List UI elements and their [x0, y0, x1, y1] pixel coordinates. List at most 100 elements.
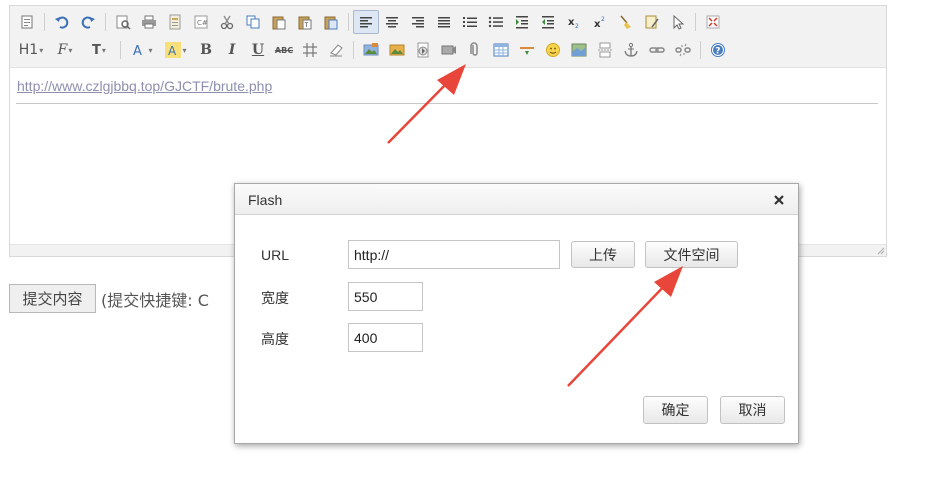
- multi-image-button[interactable]: [384, 38, 410, 62]
- close-icon[interactable]: [772, 193, 786, 207]
- italic-button[interactable]: I: [219, 38, 245, 62]
- page-break-icon: [598, 42, 612, 58]
- flash-button[interactable]: [410, 38, 436, 62]
- link-icon: [649, 47, 665, 53]
- chevron-down-icon: ▾: [101, 45, 106, 55]
- align-left-icon: [360, 17, 372, 28]
- redo-button[interactable]: [75, 10, 101, 34]
- unordered-list-icon: [488, 16, 503, 28]
- upload-button[interactable]: 上传: [571, 241, 635, 268]
- height-input[interactable]: [348, 323, 423, 352]
- baidu-map-button[interactable]: [566, 38, 592, 62]
- select-all-button[interactable]: [639, 10, 665, 34]
- url-input[interactable]: [348, 240, 560, 269]
- ok-button[interactable]: 确定: [643, 396, 708, 424]
- horizontal-rule-button[interactable]: [514, 38, 540, 62]
- edit-note-icon: [645, 15, 659, 29]
- height-label: 高度: [261, 331, 289, 347]
- align-justify-button[interactable]: [431, 10, 457, 34]
- flash-dialog: Flash URL 上传 文件空间 宽度 高度 确定 取消: [234, 183, 799, 444]
- cursor-button[interactable]: [665, 10, 691, 34]
- svg-text:x: x: [568, 17, 575, 28]
- paste-text-button[interactable]: T: [292, 10, 318, 34]
- toolbar-separator: [44, 13, 45, 31]
- content-link[interactable]: http://www.czlgjbbq.top/GJCTF/brute.php: [17, 78, 272, 94]
- resize-handle-icon[interactable]: [877, 247, 885, 255]
- ordered-list-button[interactable]: [457, 10, 483, 34]
- align-right-icon: [412, 17, 424, 28]
- subscript-button[interactable]: x2: [561, 10, 587, 34]
- cancel-button[interactable]: 取消: [720, 396, 785, 424]
- italic-icon: I: [228, 42, 236, 58]
- undo-icon: [55, 16, 69, 29]
- attachment-button[interactable]: [462, 38, 488, 62]
- cursor-icon: [673, 14, 685, 30]
- unlink-icon: [675, 43, 691, 57]
- strikethrough-button[interactable]: ABC: [271, 38, 297, 62]
- link-button[interactable]: [644, 38, 670, 62]
- paste-word-button[interactable]: [318, 10, 344, 34]
- heading-dropdown[interactable]: H1 ▾: [14, 38, 48, 62]
- align-center-icon: [386, 17, 398, 28]
- file-space-button[interactable]: 文件空间: [645, 241, 738, 268]
- width-input[interactable]: [348, 282, 423, 311]
- align-justify-icon: [438, 17, 450, 28]
- preview-icon: [116, 15, 131, 30]
- align-right-button[interactable]: [405, 10, 431, 34]
- ordered-list-icon: [463, 17, 477, 27]
- video-button[interactable]: [436, 38, 462, 62]
- print-button[interactable]: [136, 10, 162, 34]
- submit-shortcut-hint: (提交快捷键: C: [101, 291, 209, 310]
- unlink-button[interactable]: [670, 38, 696, 62]
- underline-button[interactable]: U: [245, 38, 271, 62]
- anchor-button[interactable]: [618, 38, 644, 62]
- paste-icon: [272, 16, 286, 30]
- preview-button[interactable]: [110, 10, 136, 34]
- template-button[interactable]: [162, 10, 188, 34]
- copy-button[interactable]: [240, 10, 266, 34]
- font-size-dropdown[interactable]: T ▾: [82, 38, 116, 62]
- paste-button[interactable]: [266, 10, 292, 34]
- font-family-dropdown[interactable]: F ▾: [48, 38, 82, 62]
- table-icon: [493, 43, 509, 57]
- source-icon: [21, 15, 33, 29]
- svg-text:C#: C#: [197, 19, 208, 27]
- insert-table-button[interactable]: [488, 38, 514, 62]
- heading-label: H1: [18, 42, 39, 58]
- toolbar-row-1: C# T x 2 x 2: [14, 9, 726, 35]
- outdent-icon: [542, 16, 554, 29]
- source-code-button[interactable]: [14, 10, 40, 34]
- url-label: URL: [261, 247, 290, 263]
- dialog-header: Flash: [235, 184, 798, 215]
- help-button[interactable]: ?: [705, 38, 731, 62]
- indent-button[interactable]: [509, 10, 535, 34]
- toolbar-separator: [353, 41, 354, 59]
- table-grid-button[interactable]: [297, 38, 323, 62]
- svg-text:A: A: [168, 44, 177, 58]
- dialog-title: Flash: [248, 192, 283, 208]
- code-block-button[interactable]: C#: [188, 10, 214, 34]
- paste-text-icon: T: [298, 16, 312, 30]
- font-color-dropdown[interactable]: A ▾: [125, 38, 159, 62]
- print-icon: [142, 15, 156, 29]
- cut-button[interactable]: [214, 10, 240, 34]
- toolbar-separator: [695, 13, 696, 31]
- clear-format-button[interactable]: [613, 10, 639, 34]
- fullscreen-button[interactable]: [700, 10, 726, 34]
- eraser-button[interactable]: [323, 38, 349, 62]
- page-break-button[interactable]: [592, 38, 618, 62]
- submit-content-button[interactable]: 提交内容: [9, 284, 96, 313]
- unordered-list-button[interactable]: [483, 10, 509, 34]
- outdent-button[interactable]: [535, 10, 561, 34]
- superscript-button[interactable]: x2: [587, 10, 613, 34]
- code-icon: C#: [194, 15, 208, 29]
- help-icon: ?: [711, 43, 725, 57]
- highlight-color-dropdown[interactable]: A ▾: [159, 38, 193, 62]
- insert-image-button[interactable]: [358, 38, 384, 62]
- undo-button[interactable]: [49, 10, 75, 34]
- emoticon-button[interactable]: [540, 38, 566, 62]
- template-icon: [169, 14, 181, 30]
- align-left-button[interactable]: [353, 10, 379, 34]
- align-center-button[interactable]: [379, 10, 405, 34]
- bold-button[interactable]: B: [193, 38, 219, 62]
